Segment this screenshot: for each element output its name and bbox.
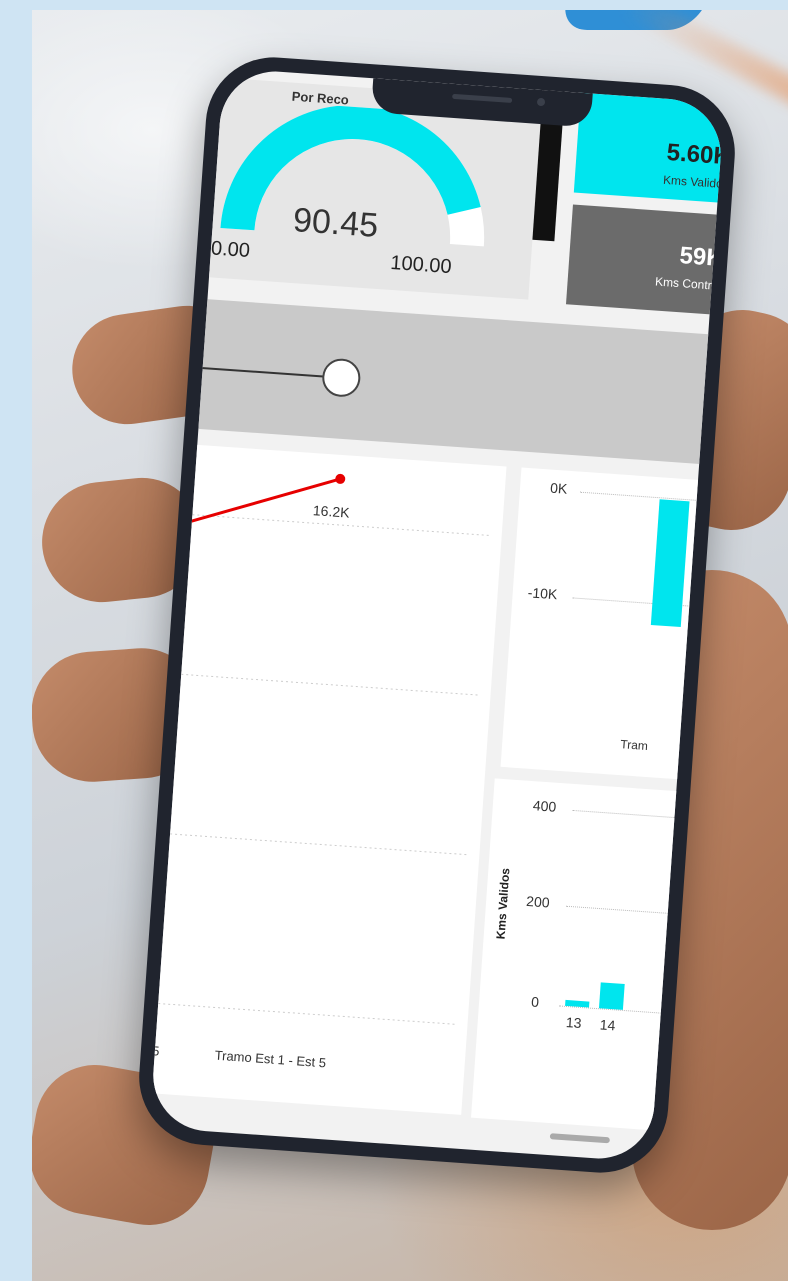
gridline: [565, 905, 676, 915]
bar-chart-top-card[interactable]: 0K -10K Tram: [500, 467, 722, 781]
y-tick-label: 0: [530, 993, 540, 1011]
kpi-kms-contrat[interactable]: 59K Kms Contrat: [565, 204, 725, 316]
kpi-value: 59K: [678, 242, 725, 273]
gridline: [579, 491, 700, 502]
y-tick-label: -10K: [527, 584, 558, 603]
x-axis-label: t 5: [150, 1043, 160, 1059]
bar-chart-bottom-card[interactable]: Kms Validos 400 200 0 13 14: [471, 778, 705, 1133]
speaker: [452, 93, 513, 103]
gridline: [161, 672, 481, 696]
kpi-kms-validos[interactable]: 5.60K Kms Validos: [573, 92, 725, 204]
gauge-min-label: 0.00: [210, 237, 251, 263]
y-tick-label: 200: [525, 892, 551, 911]
bar[interactable]: [598, 982, 625, 1010]
kpi-label: Kms Contrat: [654, 274, 723, 294]
phone: Por Reco 90.45 0.00 100.00 5.60K Kms Val…: [134, 52, 740, 1178]
x-tick-label: 14: [599, 1016, 616, 1034]
slicer-panel: [178, 297, 725, 468]
gauge-max-label: 100.00: [389, 251, 453, 279]
x-axis-label: Tram: [619, 737, 649, 754]
camera: [536, 97, 546, 107]
y-tick-label: 0K: [549, 479, 568, 497]
gridline: [150, 832, 470, 856]
slider-handle[interactable]: [321, 357, 362, 399]
kpi-value: 5.60K: [665, 138, 725, 171]
y-axis-label: Kms Validos: [493, 867, 513, 940]
data-label: 16.2K: [312, 502, 350, 521]
bar[interactable]: [650, 499, 690, 628]
line-chart: 16.2K: [149, 473, 492, 1025]
gridline: [149, 1001, 458, 1025]
scroll-indicator[interactable]: [549, 1133, 610, 1144]
x-tick-label: 13: [565, 1014, 583, 1032]
gridline: [572, 809, 683, 819]
slider-track[interactable]: [182, 365, 333, 379]
line-chart-card[interactable]: 16.2K t 5 Tramo Est 1 - Est 5: [149, 443, 507, 1115]
series-point: [335, 473, 346, 484]
y-tick-label: 400: [532, 797, 557, 815]
phone-screen: Por Reco 90.45 0.00 100.00 5.60K Kms Val…: [149, 67, 725, 1163]
kpi-label: Kms Validos: [662, 172, 725, 192]
gauge-value: 90.45: [291, 201, 380, 245]
